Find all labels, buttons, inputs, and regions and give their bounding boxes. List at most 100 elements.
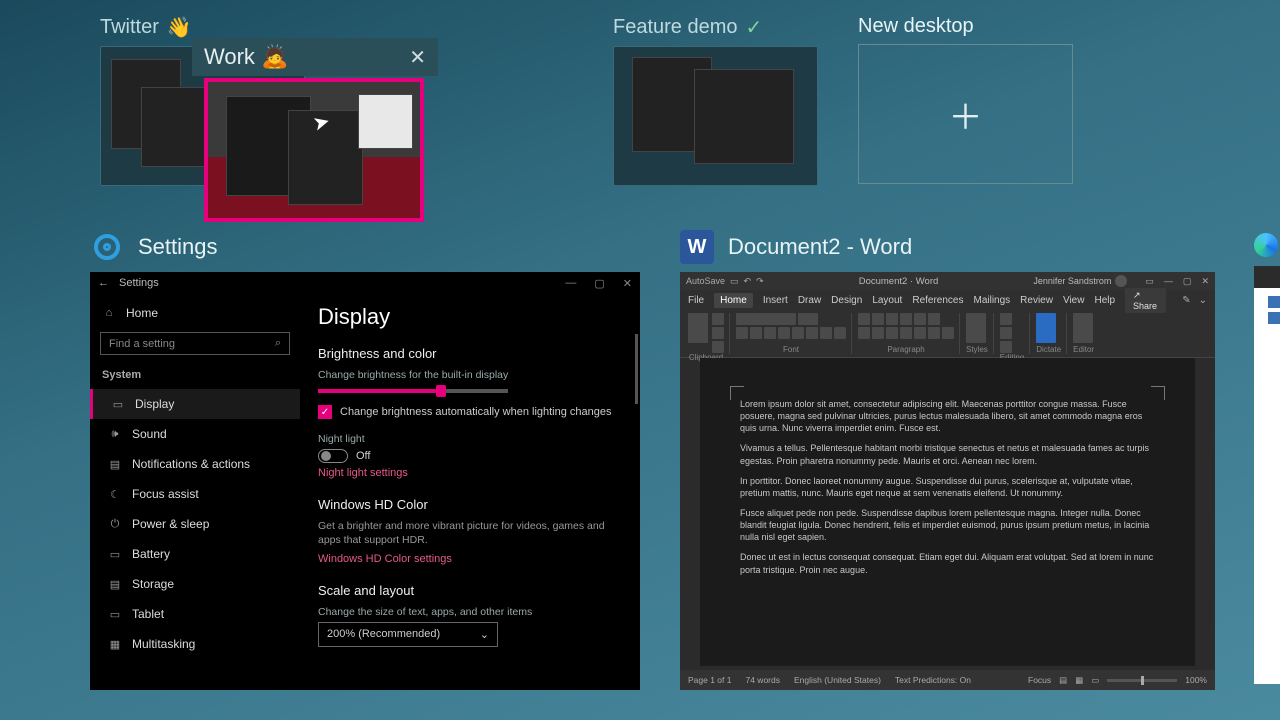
find-icon[interactable] (1000, 313, 1012, 325)
borders-icon[interactable] (942, 327, 954, 339)
minimize-icon[interactable]: ― (1164, 276, 1173, 287)
copy-icon[interactable] (712, 327, 724, 339)
paragraph[interactable]: Lorem ipsum dolor sit amet, consectetur … (740, 398, 1155, 434)
comments-icon[interactable]: ✎ (1182, 295, 1190, 306)
share-button[interactable]: ↗ Share (1125, 288, 1166, 313)
tab-insert[interactable]: Insert (763, 295, 788, 306)
multilevel-icon[interactable] (886, 313, 898, 325)
settings-app[interactable]: ← Settings ― ▢ ✕ ⌂ Home Find a setting ⌕ (90, 272, 640, 690)
tab-mailings[interactable]: Mailings (973, 295, 1010, 306)
new-desktop[interactable]: New desktop ＋ (858, 15, 1073, 200)
minimize-icon[interactable]: ― (565, 277, 576, 290)
ribbon-chevron-icon[interactable]: ⌄ (1199, 295, 1207, 306)
window-word[interactable]: W Document2 - Word AutoSave ▭ ↶ ↷ Docume… (680, 230, 1215, 690)
paragraph[interactable]: Vivamus a tellus. Pellentesque habitant … (740, 442, 1155, 466)
nav-battery[interactable]: ▭Battery (90, 539, 300, 569)
edge-app[interactable] (1254, 266, 1280, 684)
scrollbar[interactable] (635, 334, 638, 404)
shading-icon[interactable] (928, 327, 940, 339)
indent-inc-icon[interactable] (914, 313, 926, 325)
tab-layout[interactable]: Layout (872, 295, 902, 306)
view-web-icon[interactable]: ▭ (1091, 675, 1099, 686)
dictate-icon[interactable] (1036, 313, 1056, 343)
paragraph[interactable]: Donec ut est in lectus consequat consequ… (740, 551, 1155, 575)
nav-storage[interactable]: ▤Storage (90, 569, 300, 599)
sort-icon[interactable] (928, 313, 940, 325)
brightness-slider[interactable] (318, 389, 508, 393)
window-edge-peek[interactable] (1254, 230, 1280, 684)
spacing-icon[interactable] (914, 327, 926, 339)
nav-multitasking[interactable]: ▦Multitasking (90, 629, 300, 659)
font-color-icon[interactable] (834, 327, 846, 339)
nav-home[interactable]: ⌂ Home (90, 298, 300, 328)
hd-settings-link[interactable]: Windows HD Color settings (318, 553, 622, 565)
ribbon-options-icon[interactable]: ▭ (1145, 276, 1154, 287)
window-settings[interactable]: Settings ← Settings ― ▢ ✕ ⌂ Home (90, 230, 640, 690)
tab-file[interactable]: File (688, 295, 704, 306)
nav-tablet[interactable]: ▭Tablet (90, 599, 300, 629)
replace-icon[interactable] (1000, 327, 1012, 339)
nav-display[interactable]: ▭Display (90, 389, 300, 419)
word-document[interactable]: Lorem ipsum dolor sit amet, consectetur … (700, 358, 1195, 666)
strike-icon[interactable] (778, 327, 790, 339)
tab-design[interactable]: Design (831, 295, 862, 306)
underline-icon[interactable] (764, 327, 776, 339)
undo-icon[interactable]: ↶ (744, 276, 752, 287)
justify-icon[interactable] (900, 327, 912, 339)
night-light-toggle[interactable]: Off (318, 449, 622, 463)
desktop-demo-thumb[interactable] (613, 46, 818, 186)
highlight-icon[interactable] (820, 327, 832, 339)
sub-icon[interactable] (792, 327, 804, 339)
night-light-settings-link[interactable]: Night light settings (318, 467, 622, 479)
nav-focus[interactable]: ☾Focus assist (90, 479, 300, 509)
align-right-icon[interactable] (886, 327, 898, 339)
status-predictions[interactable]: Text Predictions: On (895, 675, 971, 685)
zoom-slider[interactable] (1107, 679, 1177, 682)
styles-icon[interactable] (966, 313, 986, 343)
word-app[interactable]: AutoSave ▭ ↶ ↷ Document2 · Word Jennifer… (680, 272, 1215, 690)
sup-icon[interactable] (806, 327, 818, 339)
back-icon[interactable]: ← (98, 277, 109, 289)
status-focus[interactable]: Focus (1028, 675, 1051, 685)
editor-icon[interactable] (1073, 313, 1093, 343)
status-page[interactable]: Page 1 of 1 (688, 675, 731, 685)
bullets-icon[interactable] (858, 313, 870, 325)
view-print-icon[interactable]: ▦ (1075, 675, 1083, 686)
numbering-icon[interactable] (872, 313, 884, 325)
bold-icon[interactable] (736, 327, 748, 339)
tab-references[interactable]: References (912, 295, 963, 306)
maximize-icon[interactable]: ▢ (594, 277, 604, 290)
align-left-icon[interactable] (858, 327, 870, 339)
tab-home[interactable]: Home (714, 293, 753, 308)
autosave-toggle[interactable]: AutoSave (686, 276, 725, 287)
auto-brightness-checkbox[interactable]: ✓ Change brightness automatically when l… (318, 405, 622, 419)
status-lang[interactable]: English (United States) (794, 675, 881, 685)
desktop-feature-demo[interactable]: Feature demo ✓ (613, 15, 818, 200)
tab-help[interactable]: Help (1094, 295, 1115, 306)
font-size[interactable] (798, 313, 818, 325)
close-desktop-button[interactable]: ✕ (409, 45, 426, 70)
italic-icon[interactable] (750, 327, 762, 339)
close-icon[interactable]: ✕ (1201, 276, 1209, 287)
select-icon[interactable] (1000, 341, 1012, 353)
view-read-icon[interactable]: ▤ (1059, 675, 1067, 686)
paragraph[interactable]: In porttitor. Donec laoreet nonummy augu… (740, 475, 1155, 499)
edge-side-icon[interactable] (1268, 312, 1280, 324)
new-desktop-button[interactable]: ＋ (858, 44, 1073, 184)
paste-icon[interactable] (688, 313, 708, 343)
settings-search[interactable]: Find a setting ⌕ (100, 332, 290, 355)
word-author[interactable]: Jennifer Sandstrom (1033, 275, 1127, 287)
paragraph[interactable]: Fusce aliquet pede non pede. Suspendisse… (740, 507, 1155, 543)
nav-power[interactable]: ⏻Power & sleep (90, 509, 300, 539)
cut-icon[interactable] (712, 313, 724, 325)
font-name[interactable] (736, 313, 796, 325)
align-center-icon[interactable] (872, 327, 884, 339)
scale-dropdown[interactable]: 200% (Recommended) ⌄ (318, 622, 498, 647)
maximize-icon[interactable]: ▢ (1183, 276, 1192, 287)
tab-view[interactable]: View (1063, 295, 1085, 306)
save-icon[interactable]: ▭ (730, 276, 739, 287)
redo-icon[interactable]: ↷ (756, 276, 764, 287)
tab-draw[interactable]: Draw (798, 295, 821, 306)
desktop-work-active[interactable]: Work 🙇 ✕ ➤ (192, 38, 438, 222)
edge-side-icon[interactable] (1268, 296, 1280, 308)
